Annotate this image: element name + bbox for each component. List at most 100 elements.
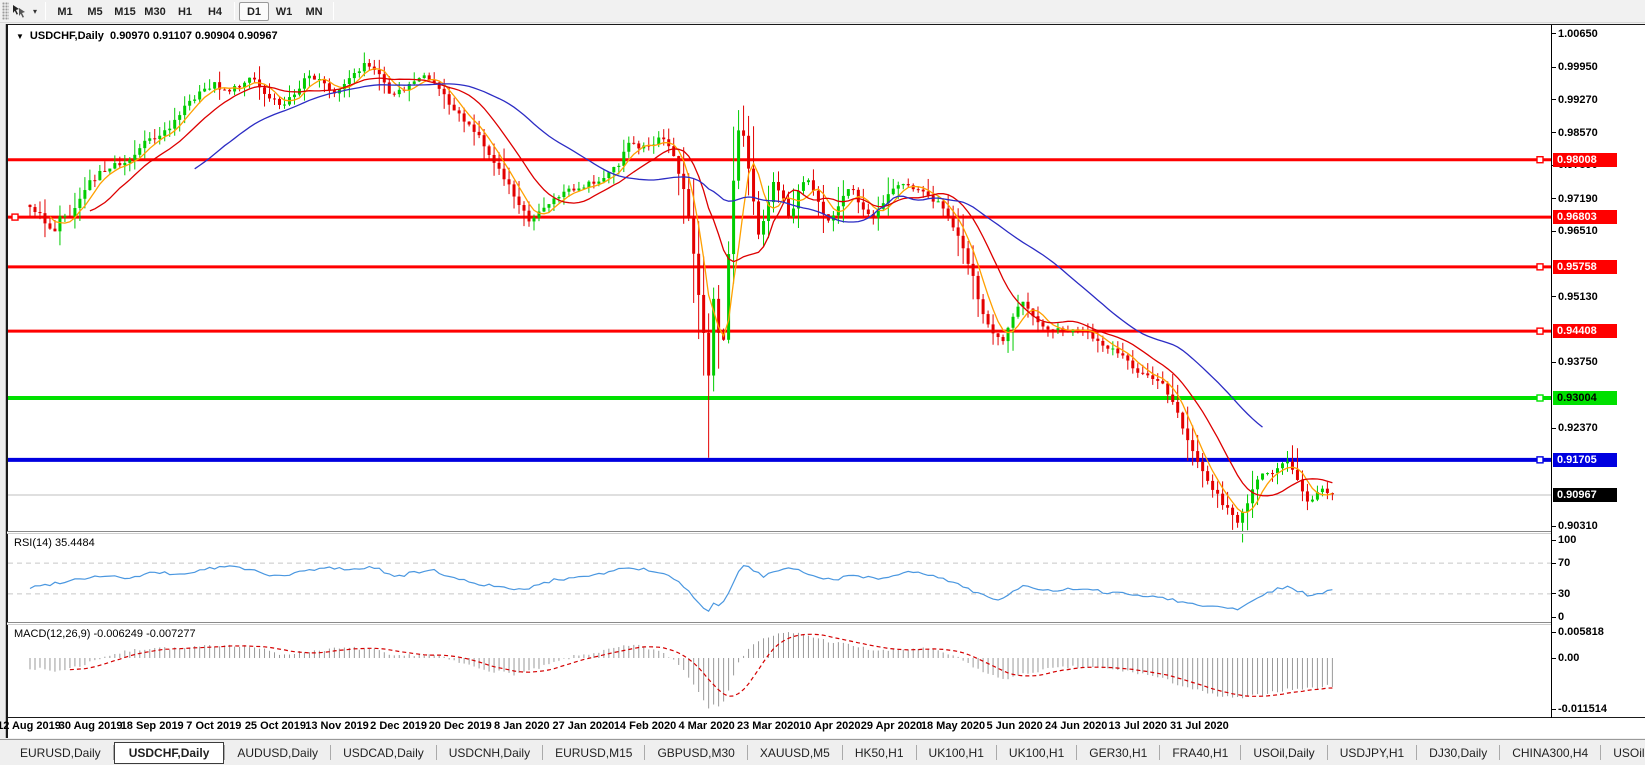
price-axis-tick: 0.90310 bbox=[1558, 519, 1642, 533]
price-axis-tick: 0.96510 bbox=[1558, 224, 1642, 238]
chart-tab-usdjpy-h1[interactable]: USDJPY,H1 bbox=[1328, 743, 1416, 763]
chart-tab-hk50-h1[interactable]: HK50,H1 bbox=[843, 743, 916, 763]
date-axis-label: 20 Dec 2019 bbox=[429, 720, 492, 732]
macd-axis-tick: 0.00 bbox=[1558, 651, 1642, 665]
axis-tick-mark bbox=[1551, 198, 1556, 199]
date-axis-label: 12 Aug 2019 bbox=[0, 720, 61, 732]
macd-axis-tick: -0.011514 bbox=[1558, 702, 1642, 716]
chart-tab-usoil-daily[interactable]: USOil,Daily bbox=[1241, 743, 1326, 763]
chart-cursor-icon[interactable] bbox=[9, 2, 29, 20]
chart-tab-china300-h4[interactable]: CHINA300,H4 bbox=[1500, 743, 1600, 763]
timeframe-button-d1[interactable]: D1 bbox=[239, 2, 269, 21]
price-axis-tick: 0.99270 bbox=[1558, 93, 1642, 107]
chart-tab-audusd-daily[interactable]: AUDUSD,Daily bbox=[225, 743, 330, 763]
chart-tab-usdchf-daily[interactable]: USDCHF,Daily bbox=[114, 742, 225, 764]
price-axis-tick: 0.92370 bbox=[1558, 421, 1642, 435]
date-axis-label: 27 Jan 2020 bbox=[553, 720, 615, 732]
price-axis-tick: 0.97190 bbox=[1558, 192, 1642, 206]
chart-tab-usoil-d[interactable]: USOil,D bbox=[1601, 743, 1645, 763]
axis-tick-mark bbox=[1551, 99, 1556, 100]
timeframe-button-m30[interactable]: M30 bbox=[140, 2, 170, 21]
chart-tab-eurusd-m15[interactable]: EURUSD,M15 bbox=[543, 743, 644, 763]
date-axis-label: 18 May 2020 bbox=[921, 720, 985, 732]
axis-tick-mark bbox=[1551, 709, 1556, 710]
date-axis-label: 24 Jun 2020 bbox=[1045, 720, 1107, 732]
line-price-label[interactable]: 0.98008 bbox=[1553, 153, 1617, 167]
axis-tick-mark bbox=[1551, 362, 1556, 363]
chart-tab-xauusd-m5[interactable]: XAUUSD,M5 bbox=[748, 743, 842, 763]
timeframe-button-m15[interactable]: M15 bbox=[110, 2, 140, 21]
price-axis-tick: 0.99950 bbox=[1558, 60, 1642, 74]
price-axis-tick: 0.98570 bbox=[1558, 126, 1642, 140]
macd-indicator-plot[interactable] bbox=[8, 625, 1551, 716]
chart-tab-ger30-h1[interactable]: GER30,H1 bbox=[1077, 743, 1159, 763]
line-price-label[interactable]: 0.95758 bbox=[1553, 260, 1617, 274]
date-axis-label: 13 Nov 2019 bbox=[305, 720, 369, 732]
axis-tick-mark bbox=[1551, 428, 1556, 429]
timeframe-button-m1[interactable]: M1 bbox=[50, 2, 80, 21]
bid-price-label: 0.90967 bbox=[1553, 488, 1617, 502]
timeframe-button-m5[interactable]: M5 bbox=[80, 2, 110, 21]
chart-tab-gbpusd-m30[interactable]: GBPUSD,M30 bbox=[645, 743, 746, 763]
chart-tab-dj30-daily[interactable]: DJ30,Daily bbox=[1417, 743, 1499, 763]
toolbar-separator bbox=[333, 2, 334, 20]
date-axis-divider bbox=[7, 717, 1645, 718]
axis-tick-mark bbox=[1551, 540, 1556, 541]
price-axis-tick: 0.93750 bbox=[1558, 355, 1642, 369]
rsi-axis-tick: 30 bbox=[1558, 587, 1642, 601]
chart-tab-usdcad-daily[interactable]: USDCAD,Daily bbox=[331, 743, 436, 763]
axis-tick-mark bbox=[1551, 33, 1556, 34]
axis-tick-mark bbox=[1551, 296, 1556, 297]
axis-tick-mark bbox=[1551, 658, 1556, 659]
date-axis-label: 25 Oct 2019 bbox=[245, 720, 306, 732]
chart-tab-uk100-h1[interactable]: UK100,H1 bbox=[917, 743, 996, 763]
date-axis-label: 29 Apr 2020 bbox=[861, 720, 922, 732]
date-axis-label: 13 Jul 2020 bbox=[1108, 720, 1167, 732]
chart-tab-eurusd-daily[interactable]: EURUSD,Daily bbox=[8, 743, 113, 763]
timeframe-toolbar: ▾ M1M5M15M30H1H4 D1W1MN bbox=[0, 0, 1645, 23]
macd-axis-tick: 0.005818 bbox=[1558, 625, 1642, 639]
axis-tick-mark bbox=[1551, 563, 1556, 564]
chart-tab-usdcnh-daily[interactable]: USDCNH,Daily bbox=[437, 743, 542, 763]
line-price-label[interactable]: 0.91705 bbox=[1553, 453, 1617, 467]
date-axis-label: 5 Jun 2020 bbox=[986, 720, 1042, 732]
axis-tick-mark bbox=[1551, 593, 1556, 594]
date-axis-label: 7 Oct 2019 bbox=[186, 720, 241, 732]
toolbar-drag-handle[interactable] bbox=[2, 2, 9, 20]
rsi-axis-tick: 100 bbox=[1558, 533, 1642, 547]
date-axis-label: 30 Aug 2019 bbox=[59, 720, 123, 732]
chart-tab-fra40-h1[interactable]: FRA40,H1 bbox=[1160, 743, 1240, 763]
date-axis-label: 31 Jul 2020 bbox=[1170, 720, 1229, 732]
terminal-window: ▾ M1M5M15M30H1H4D1W1MN ▼USDCHF,Daily 0.9… bbox=[0, 0, 1645, 765]
line-price-label[interactable]: 0.96803 bbox=[1553, 210, 1617, 224]
price-axis-line bbox=[1551, 25, 1552, 718]
rsi-indicator-plot[interactable] bbox=[8, 534, 1551, 622]
rsi-axis-tick: 70 bbox=[1558, 556, 1642, 570]
axis-tick-mark bbox=[1551, 526, 1556, 527]
chart-tab-bar: EURUSD,DailyUSDCHF,DailyAUDUSD,DailyUSDC… bbox=[0, 739, 1645, 765]
line-price-label[interactable]: 0.94408 bbox=[1553, 324, 1617, 338]
date-axis-label: 23 Mar 2020 bbox=[737, 720, 799, 732]
date-axis-label: 4 Mar 2020 bbox=[678, 720, 734, 732]
toolbar-separator bbox=[45, 2, 46, 20]
date-axis-label: 2 Dec 2019 bbox=[370, 720, 427, 732]
toolbar-separator bbox=[234, 2, 235, 20]
timeframe-button-h4[interactable]: H4 bbox=[200, 2, 230, 21]
price-axis-tick: 0.95130 bbox=[1558, 290, 1642, 304]
chevron-down-icon[interactable]: ▾ bbox=[29, 7, 41, 16]
axis-tick-mark bbox=[1551, 231, 1556, 232]
date-axis-label: 14 Feb 2020 bbox=[614, 720, 676, 732]
date-axis-label: 10 Apr 2020 bbox=[799, 720, 860, 732]
timeframe-button-h1[interactable]: H1 bbox=[170, 2, 200, 21]
axis-tick-mark bbox=[1551, 132, 1556, 133]
timeframe-button-mn[interactable]: MN bbox=[299, 2, 329, 21]
date-axis-label: 8 Jan 2020 bbox=[494, 720, 550, 732]
axis-tick-mark bbox=[1551, 67, 1556, 68]
price-axis-tick: 1.00650 bbox=[1558, 27, 1642, 41]
line-price-label[interactable]: 0.93004 bbox=[1553, 391, 1617, 405]
timeframe-button-w1[interactable]: W1 bbox=[269, 2, 299, 21]
date-axis-label: 18 Sep 2019 bbox=[121, 720, 184, 732]
chart-tab-uk100-h1[interactable]: UK100,H1 bbox=[997, 743, 1076, 763]
axis-tick-mark bbox=[1551, 617, 1556, 618]
price-chart-plot[interactable] bbox=[8, 26, 1551, 531]
